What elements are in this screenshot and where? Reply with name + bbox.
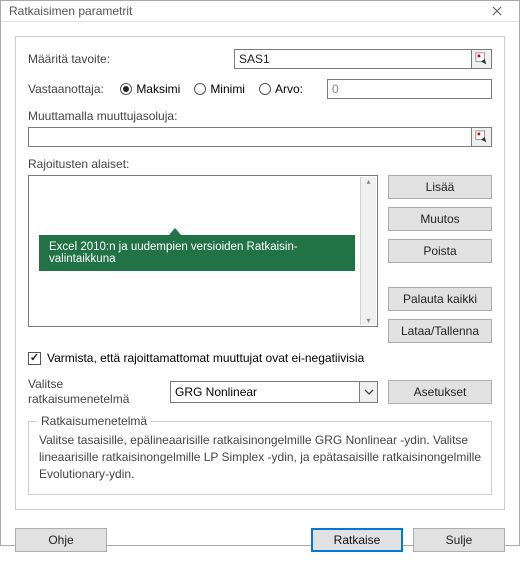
radio-max-label: Maksimi xyxy=(136,82,180,96)
radio-max[interactable]: Maksimi xyxy=(120,82,180,96)
help-button[interactable]: Ohje xyxy=(15,528,107,552)
options-button[interactable]: Asetukset xyxy=(388,380,492,404)
nonnegative-label: Varmista, että rajoittamattomat muuttuja… xyxy=(47,351,364,365)
radio-min-label: Minimi xyxy=(210,82,245,96)
solving-method-select[interactable]: GRG Nonlinear xyxy=(170,381,378,403)
radio-dot-icon xyxy=(120,83,132,95)
radio-min[interactable]: Minimi xyxy=(194,82,245,96)
to-label: Vastaanottaja: xyxy=(28,82,114,96)
objective-range-picker-icon[interactable] xyxy=(472,49,492,69)
nonnegative-checkbox[interactable] xyxy=(28,352,41,365)
radio-dot-icon xyxy=(194,83,206,95)
reset-all-button[interactable]: Palauta kaikki xyxy=(388,287,492,311)
add-button[interactable]: Lisää xyxy=(388,175,492,199)
radio-dot-icon xyxy=(259,83,271,95)
window-title: Ratkaisimen parametrit xyxy=(9,4,483,18)
scrollbar-vertical[interactable] xyxy=(360,177,376,325)
constraints-label: Rajoitusten alaiset: xyxy=(28,157,492,171)
solve-button[interactable]: Ratkaise xyxy=(311,528,403,552)
set-objective-label: Määritä tavoite: xyxy=(28,52,228,66)
solving-method-label: Valitse ratkaisumenetelmä xyxy=(28,377,160,407)
method-description-legend: Ratkaisumenetelmä xyxy=(37,414,151,428)
tooltip: Excel 2010:n ja uudempien versioiden Rat… xyxy=(39,228,355,271)
changing-cells-input[interactable] xyxy=(28,127,472,147)
solver-parameters-dialog: Ratkaisimen parametrit Määritä tavoite: … xyxy=(0,0,520,546)
titlebar: Ratkaisimen parametrit xyxy=(1,1,519,22)
radio-value-label: Arvo: xyxy=(275,82,303,96)
changing-range-picker-icon[interactable] xyxy=(472,127,492,147)
delete-button[interactable]: Poista xyxy=(388,239,492,263)
chevron-down-icon xyxy=(359,382,377,402)
value-of-input[interactable] xyxy=(327,79,492,99)
objective-input[interactable] xyxy=(234,49,472,69)
close-button[interactable]: Sulje xyxy=(413,528,505,552)
solving-method-value: GRG Nonlinear xyxy=(175,385,257,399)
change-button[interactable]: Muutos xyxy=(388,207,492,231)
radio-value[interactable]: Arvo: xyxy=(259,82,303,96)
method-description-group: Ratkaisumenetelmä Valitse tasaisille, ep… xyxy=(28,421,492,495)
tooltip-text: Excel 2010:n ja uudempien versioiden Rat… xyxy=(39,235,355,271)
changing-cells-label: Muuttamalla muuttujasoluja: xyxy=(28,109,492,123)
constraints-listbox[interactable]: Excel 2010:n ja uudempien versioiden Rat… xyxy=(28,175,378,327)
method-description-text: Valitse tasaisille, epälineaarisille rat… xyxy=(39,432,481,482)
close-icon[interactable] xyxy=(483,1,511,21)
load-save-button[interactable]: Lataa/Tallenna xyxy=(388,319,492,343)
